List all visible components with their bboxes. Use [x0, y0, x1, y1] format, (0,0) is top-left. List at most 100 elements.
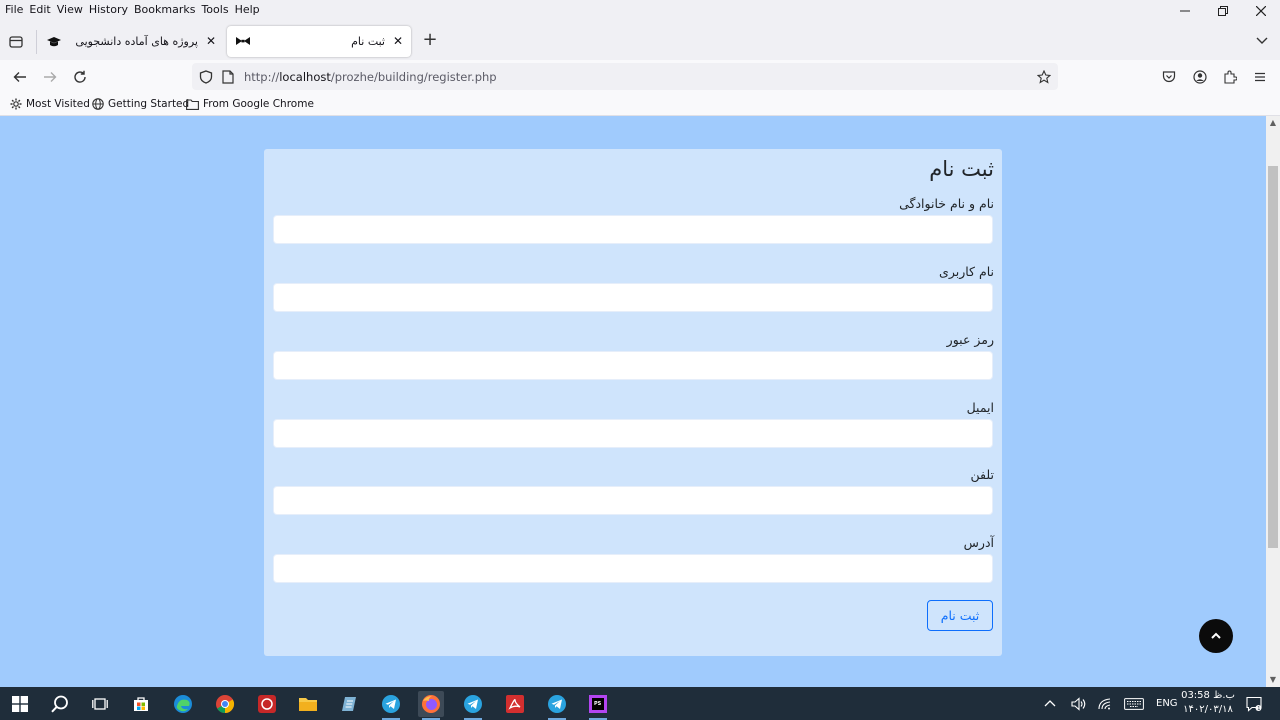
list-all-tabs-button[interactable] [1254, 32, 1270, 48]
extensions-button[interactable] [1221, 68, 1239, 86]
tab-close-button[interactable]: ✕ [204, 34, 218, 48]
bookmarks-bar: Most Visited Getting Started From Google… [0, 94, 1280, 116]
menu-help[interactable]: Help [235, 3, 266, 16]
email-label: ایمیل [966, 400, 994, 415]
url-text[interactable]: http://localhost/prozhe/building/registe… [244, 70, 497, 84]
window-controls [1166, 0, 1280, 22]
phpstorm-icon[interactable]: PS [585, 691, 611, 720]
globe-icon [92, 98, 104, 110]
reload-icon [74, 70, 86, 83]
gear-icon [10, 98, 22, 110]
menu-bookmarks[interactable]: Bookmarks [134, 3, 201, 16]
star-icon [1037, 70, 1051, 84]
microsoft-store-icon[interactable] [128, 691, 154, 717]
page-content: ثبت نام نام و نام خانوادگی نام کاربری رم… [0, 116, 1266, 687]
search-button[interactable] [47, 691, 73, 717]
url-path: /prozhe/building/register.php [330, 70, 497, 84]
firefox-icon[interactable] [418, 691, 444, 720]
register-form-card: ثبت نام نام و نام خانوادگی نام کاربری رم… [264, 149, 1002, 656]
touch-keyboard-button[interactable] [1124, 687, 1144, 720]
minimize-button[interactable] [1166, 0, 1204, 22]
acrobat-icon[interactable] [502, 691, 528, 717]
clock[interactable]: 03:58 ب.ظ ۱۴۰۲/۰۳/۱۸ [1178, 689, 1238, 717]
windows-taskbar: PS ENG 03:58 ب.ظ ۱۴۰۲/۰۳/۱۸ 1 [0, 687, 1280, 720]
phone-label: تلفن [970, 467, 994, 482]
forward-button[interactable] [40, 67, 60, 87]
bookmark-star-button[interactable] [1036, 69, 1052, 85]
register-submit-button[interactable]: ثبت نام [927, 600, 993, 631]
tab-close-button[interactable]: ✕ [391, 34, 405, 48]
new-tab-button[interactable]: + [420, 31, 440, 51]
pocket-icon [1162, 71, 1176, 83]
bookmark-label: Getting Started [108, 98, 190, 110]
bookmark-folder-google-chrome[interactable]: From Google Chrome [186, 98, 314, 110]
full-name-label: نام و نام خانوادگی [899, 196, 994, 211]
telegram-icon[interactable] [378, 691, 404, 720]
address-label: آدرس [963, 535, 994, 550]
restore-button[interactable] [1204, 0, 1242, 22]
volume-button[interactable] [1071, 687, 1087, 720]
shield-icon[interactable] [198, 69, 214, 85]
account-button[interactable] [1191, 68, 1209, 86]
menu-edit[interactable]: Edit [29, 3, 56, 16]
tab-bar: پروژه های آماده دانشجویی ✕ ثبت نام ✕ + [0, 22, 1280, 60]
page-scrollbar[interactable]: ▲ ▼ [1266, 116, 1280, 687]
telegram-icon[interactable] [460, 691, 486, 720]
email-input[interactable] [273, 419, 993, 448]
account-icon [1193, 70, 1207, 84]
navigation-bar: http://localhost/prozhe/building/registe… [0, 60, 1280, 94]
url-scheme: http:// [244, 70, 280, 84]
menu-history[interactable]: History [89, 3, 134, 16]
username-input[interactable] [273, 283, 993, 312]
scroll-thumb[interactable] [1268, 166, 1278, 548]
start-button[interactable] [7, 691, 33, 717]
scroll-down-arrow[interactable]: ▼ [1266, 673, 1280, 687]
username-label: نام کاربری [939, 264, 994, 279]
tab-student-projects[interactable]: پروژه های آماده دانشجویی ✕ [38, 26, 224, 57]
menu-tools[interactable]: Tools [201, 3, 234, 16]
form-title: ثبت نام [929, 157, 994, 181]
svg-text:PS: PS [594, 701, 602, 707]
bookmark-label: From Google Chrome [203, 98, 314, 110]
app-menu-button[interactable] [1251, 68, 1269, 86]
scroll-up-arrow[interactable]: ▲ [1266, 116, 1280, 130]
tab-title: ثبت نام [351, 35, 385, 48]
bowtie-icon [235, 34, 251, 50]
tray-overflow-button[interactable] [1044, 687, 1056, 720]
file-explorer-icon[interactable] [295, 691, 321, 717]
task-view-icon [92, 698, 108, 710]
notepad-icon[interactable] [336, 691, 362, 717]
full-name-input[interactable] [273, 215, 993, 244]
windows-logo-icon [12, 696, 28, 712]
back-button[interactable] [10, 67, 30, 87]
close-window-button[interactable] [1242, 0, 1280, 22]
task-view-button[interactable] [87, 691, 113, 717]
tab-separator [36, 30, 37, 54]
page-icon[interactable] [220, 69, 236, 85]
tab-register[interactable]: ثبت نام ✕ [227, 26, 411, 57]
chevron-up-icon [1211, 632, 1221, 639]
chrome-icon[interactable] [212, 691, 238, 717]
menu-view[interactable]: View [57, 3, 89, 16]
bookmark-getting-started[interactable]: Getting Started [92, 98, 189, 110]
forward-arrow-icon [44, 72, 57, 82]
pocket-button[interactable] [1160, 68, 1178, 86]
phone-input[interactable] [273, 486, 993, 515]
svg-text:1: 1 [1257, 706, 1260, 712]
network-button[interactable] [1098, 687, 1112, 720]
menu-file[interactable]: File [5, 3, 29, 16]
firefox-view-button[interactable] [4, 30, 28, 54]
bookmark-most-visited[interactable]: Most Visited [10, 98, 90, 110]
url-bar[interactable]: http://localhost/prozhe/building/registe… [192, 63, 1058, 90]
scroll-to-top-button[interactable] [1199, 619, 1233, 653]
notification-icon: 1 [1246, 696, 1262, 712]
edge-icon[interactable] [170, 691, 196, 717]
password-input[interactable] [273, 351, 993, 380]
wifi-icon [1098, 697, 1111, 709]
app-red-icon[interactable] [254, 691, 280, 717]
language-indicator[interactable]: ENG [1156, 687, 1178, 720]
address-input[interactable] [273, 554, 993, 583]
telegram-icon[interactable] [544, 691, 570, 720]
reload-button[interactable] [70, 67, 90, 87]
notifications-button[interactable]: 1 [1246, 687, 1262, 720]
